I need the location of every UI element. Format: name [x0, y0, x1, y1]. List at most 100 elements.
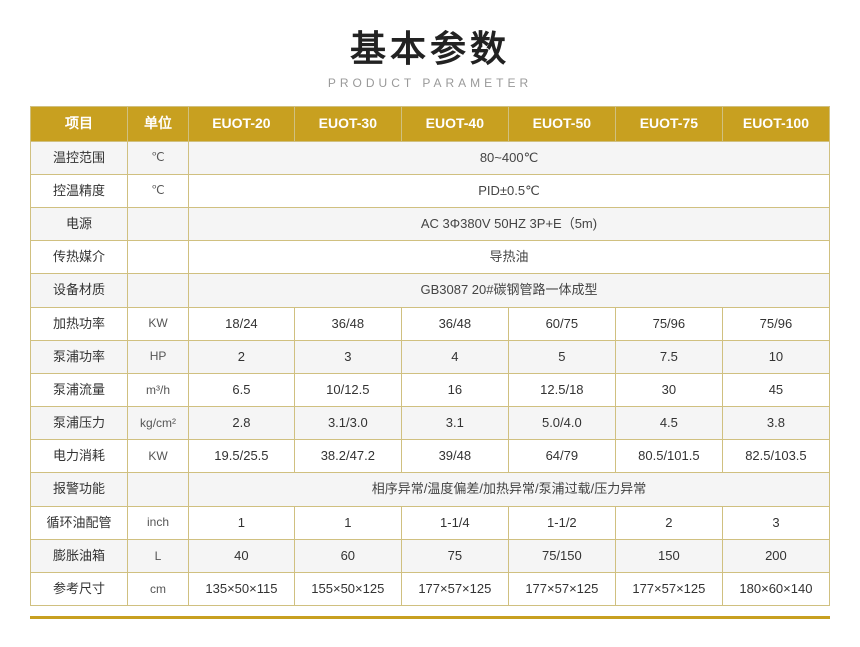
row-value: 38.2/47.2	[294, 440, 401, 473]
row-unit: L	[128, 539, 189, 572]
main-title: 基本参数	[30, 20, 830, 72]
row-unit: KW	[128, 307, 189, 340]
row-unit: ℃	[128, 174, 189, 207]
table-header-row: 项目 单位 EUOT-20 EUOT-30 EUOT-40 EUOT-50 EU…	[31, 107, 830, 142]
row-unit	[128, 207, 189, 240]
row-unit	[128, 274, 189, 307]
row-value: 12.5/18	[508, 373, 615, 406]
row-value: 45	[722, 373, 829, 406]
table-row: 设备材质 GB3087 20#碳钢管路一体成型	[31, 274, 830, 307]
header-euot20: EUOT-20	[189, 107, 295, 142]
row-label: 传热媒介	[31, 241, 128, 274]
row-unit	[128, 473, 189, 506]
row-value: 1	[294, 506, 401, 539]
row-value: 3.1	[401, 407, 508, 440]
row-label: 参考尺寸	[31, 573, 128, 606]
bottom-line	[30, 616, 830, 619]
row-label: 泵浦流量	[31, 373, 128, 406]
row-value: 6.5	[189, 373, 295, 406]
row-value: 5	[508, 340, 615, 373]
title-section: 基本参数 PRODUCT PARAMETER	[30, 20, 830, 90]
table-row: 泵浦压力kg/cm²2.83.1/3.03.15.0/4.04.53.8	[31, 407, 830, 440]
header-euot30: EUOT-30	[294, 107, 401, 142]
header-euot100: EUOT-100	[722, 107, 829, 142]
table-row: 循环油配管inch111-1/41-1/223	[31, 506, 830, 539]
table-row: 控温精度℃PID±0.5℃	[31, 174, 830, 207]
table-row: 温控范围℃80~400℃	[31, 141, 830, 174]
row-value: 1-1/4	[401, 506, 508, 539]
row-value: 150	[615, 539, 722, 572]
row-unit: HP	[128, 340, 189, 373]
row-label: 循环油配管	[31, 506, 128, 539]
row-label: 电源	[31, 207, 128, 240]
header-euot50: EUOT-50	[508, 107, 615, 142]
page-container: 基本参数 PRODUCT PARAMETER 项目 单位 EUOT-20 EUO…	[0, 0, 860, 639]
row-value: 3.8	[722, 407, 829, 440]
row-unit: m³/h	[128, 373, 189, 406]
row-value: 3.1/3.0	[294, 407, 401, 440]
table-row: 电力消耗KW19.5/25.538.2/47.239/4864/7980.5/1…	[31, 440, 830, 473]
table-row: 泵浦功率HP23457.510	[31, 340, 830, 373]
row-value: 3	[722, 506, 829, 539]
row-value: 3	[294, 340, 401, 373]
row-value: 36/48	[294, 307, 401, 340]
row-value: 30	[615, 373, 722, 406]
row-span-value: 80~400℃	[189, 141, 830, 174]
row-value: 7.5	[615, 340, 722, 373]
row-span-value: 导热油	[189, 241, 830, 274]
row-label: 泵浦压力	[31, 407, 128, 440]
row-value: 2	[615, 506, 722, 539]
table-row: 膨胀油箱L40607575/150150200	[31, 539, 830, 572]
row-value: 75/96	[615, 307, 722, 340]
row-label: 报警功能	[31, 473, 128, 506]
row-value: 2	[189, 340, 295, 373]
row-label: 加热功率	[31, 307, 128, 340]
table-row: 报警功能 相序异常/温度偏差/加热异常/泵浦过载/压力异常	[31, 473, 830, 506]
row-value: 10/12.5	[294, 373, 401, 406]
row-span-value: PID±0.5℃	[189, 174, 830, 207]
row-unit: inch	[128, 506, 189, 539]
row-label: 设备材质	[31, 274, 128, 307]
row-value: 10	[722, 340, 829, 373]
row-unit: ℃	[128, 141, 189, 174]
row-value: 177×57×125	[615, 573, 722, 606]
row-value: 135×50×115	[189, 573, 295, 606]
row-value: 75/150	[508, 539, 615, 572]
row-unit: cm	[128, 573, 189, 606]
row-value: 64/79	[508, 440, 615, 473]
row-label: 控温精度	[31, 174, 128, 207]
row-value: 200	[722, 539, 829, 572]
row-value: 16	[401, 373, 508, 406]
row-value: 177×57×125	[508, 573, 615, 606]
row-value: 4.5	[615, 407, 722, 440]
row-value: 36/48	[401, 307, 508, 340]
row-value: 4	[401, 340, 508, 373]
row-unit	[128, 241, 189, 274]
table-row: 参考尺寸cm135×50×115155×50×125177×57×125177×…	[31, 573, 830, 606]
row-value: 180×60×140	[722, 573, 829, 606]
row-label: 膨胀油箱	[31, 539, 128, 572]
row-span-value: 相序异常/温度偏差/加热异常/泵浦过载/压力异常	[189, 473, 830, 506]
header-euot40: EUOT-40	[401, 107, 508, 142]
row-span-value: AC 3Φ380V 50HZ 3P+E（5m)	[189, 207, 830, 240]
param-table: 项目 单位 EUOT-20 EUOT-30 EUOT-40 EUOT-50 EU…	[30, 106, 830, 606]
row-value: 1-1/2	[508, 506, 615, 539]
row-value: 80.5/101.5	[615, 440, 722, 473]
row-value: 177×57×125	[401, 573, 508, 606]
row-label: 温控范围	[31, 141, 128, 174]
header-item: 项目	[31, 107, 128, 142]
table-row: 加热功率KW18/2436/4836/4860/7575/9675/96	[31, 307, 830, 340]
row-value: 75	[401, 539, 508, 572]
table-row: 泵浦流量m³/h6.510/12.51612.5/183045	[31, 373, 830, 406]
row-unit: KW	[128, 440, 189, 473]
row-span-value: GB3087 20#碳钢管路一体成型	[189, 274, 830, 307]
row-label: 泵浦功率	[31, 340, 128, 373]
table-row: 电源 AC 3Φ380V 50HZ 3P+E（5m)	[31, 207, 830, 240]
row-value: 60/75	[508, 307, 615, 340]
row-value: 155×50×125	[294, 573, 401, 606]
row-unit: kg/cm²	[128, 407, 189, 440]
row-value: 60	[294, 539, 401, 572]
row-value: 39/48	[401, 440, 508, 473]
row-value: 40	[189, 539, 295, 572]
row-value: 82.5/103.5	[722, 440, 829, 473]
